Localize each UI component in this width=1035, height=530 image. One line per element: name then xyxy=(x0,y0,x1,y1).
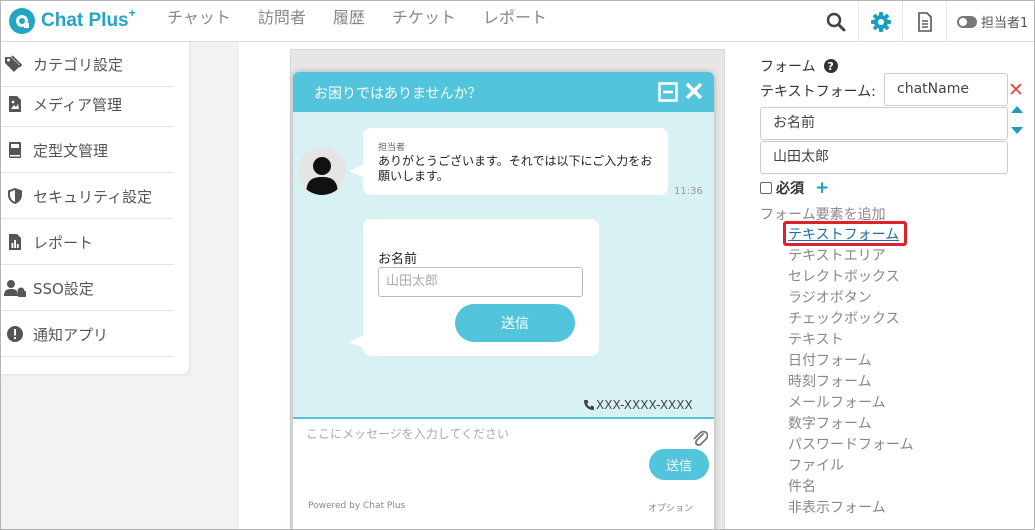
form-bubble: お名前 山田太郎 送信 xyxy=(363,219,599,356)
powered-by[interactable]: Powered by Chat Plus xyxy=(308,501,405,511)
add-text[interactable]: テキスト xyxy=(788,329,914,350)
move-down-icon[interactable] xyxy=(1011,127,1023,134)
agent-status-toggle[interactable]: 担当者1 xyxy=(946,1,1034,42)
chat-send-button[interactable]: 送信 xyxy=(649,449,709,480)
main-nav: チャット 訪問者 履歴 チケット レポート xyxy=(167,1,574,31)
alert-circle-icon xyxy=(1,325,29,343)
form-section-title: フォーム ? xyxy=(760,56,838,76)
required-row: 必須 + xyxy=(760,178,829,198)
sidebar-item-label: 定型文管理 xyxy=(33,141,109,160)
sidebar-item-label: カテゴリ設定 xyxy=(33,55,124,74)
document-button[interactable] xyxy=(902,1,946,42)
top-header: Chat Plus + チャット 訪問者 履歴 チケット レポート 担当者1 xyxy=(1,1,1034,42)
add-hidden-form[interactable]: 非表示フォーム xyxy=(788,497,914,518)
shield-icon xyxy=(1,187,29,205)
chat-title: お困りではありませんか？ xyxy=(314,86,482,102)
add-element-list: テキストフォーム テキストエリア セレクトボックス ラジオボタン チェックボック… xyxy=(788,224,914,518)
document-icon xyxy=(917,11,932,32)
toggle-icon xyxy=(957,15,977,28)
add-radio-button[interactable]: ラジオボタン xyxy=(788,287,914,308)
message-input[interactable]: ここにメッセージを入力してください xyxy=(306,425,509,442)
sidebar-item-report[interactable]: レポート xyxy=(1,220,174,265)
settings-sidebar: カテゴリ設定 メディア管理 定型文管理 セキュリティ設定 レポート SSO設定 … xyxy=(1,42,189,374)
sidebar-item-label: セキュリティ設定 xyxy=(33,187,153,206)
form-settings-panel: フォーム ? テキストフォーム: chatName ✕ お名前 山田太郎 必須 … xyxy=(741,42,1034,529)
add-checkbox[interactable]: チェックボックス xyxy=(788,308,914,329)
chat-input-area: ここにメッセージを入力してください 送信 Powered by Chat Plu… xyxy=(293,417,714,529)
add-password-form[interactable]: パスワードフォーム xyxy=(788,434,914,455)
chat-messages: 担当者 ありがとうございます。それでは以下にご入力をお願いします。 11:36 … xyxy=(293,112,714,417)
settings-button[interactable] xyxy=(858,1,902,42)
text-form-label: テキストフォーム: xyxy=(760,84,876,100)
nav-visitors[interactable]: 訪問者 xyxy=(258,4,306,28)
agent-message-bubble: 担当者 ありがとうございます。それでは以下にご入力をお願いします。 xyxy=(363,128,668,195)
app-window: Chat Plus + チャット 訪問者 履歴 チケット レポート 担当者1 カ… xyxy=(0,0,1035,530)
sidebar-item-sso[interactable]: SSO設定 xyxy=(1,266,174,311)
gear-icon xyxy=(870,11,891,32)
required-checkbox[interactable] xyxy=(760,182,772,194)
add-file[interactable]: ファイル xyxy=(788,455,914,476)
add-select-box[interactable]: セレクトボックス xyxy=(788,266,914,287)
field-name-input[interactable]: chatName xyxy=(884,73,1008,106)
form-title-text: フォーム xyxy=(760,59,816,75)
add-text-area[interactable]: テキストエリア xyxy=(788,245,914,266)
sidebar-item-label: メディア管理 xyxy=(33,95,122,114)
agent-message-text: ありがとうございます。それでは以下にご入力をお願いします。 xyxy=(378,154,653,183)
nav-chat[interactable]: チャット xyxy=(167,4,231,28)
chat-header: お困りではありませんか？ xyxy=(293,72,714,112)
image-file-icon xyxy=(1,95,29,113)
header-actions: 担当者1 xyxy=(814,1,1034,42)
search-icon xyxy=(826,12,846,31)
chat-widget-preview: お困りではありませんか？ 担当者 ありがとうございます。それでは以下にご入力をお… xyxy=(293,72,714,529)
sidebar-item-label: レポート xyxy=(33,233,94,252)
agent-avatar xyxy=(298,147,346,195)
chat-plus-logo[interactable]: Chat Plus + xyxy=(9,5,136,37)
message-time: 11:36 xyxy=(674,186,703,197)
add-number-form[interactable]: 数字フォーム xyxy=(788,413,914,434)
move-up-icon[interactable] xyxy=(1011,106,1023,113)
phone-icon xyxy=(584,400,594,410)
field-label-input[interactable]: お名前 xyxy=(760,107,1008,140)
name-input[interactable]: 山田太郎 xyxy=(378,267,583,297)
logo-plus: + xyxy=(128,6,136,20)
sidebar-item-label: SSO設定 xyxy=(33,279,94,298)
nav-reports[interactable]: レポート xyxy=(483,4,547,28)
delete-icon[interactable]: ✕ xyxy=(1008,79,1024,101)
close-icon[interactable] xyxy=(685,82,703,104)
logo-icon xyxy=(9,8,35,34)
highlight-box xyxy=(783,221,907,246)
nav-tickets[interactable]: チケット xyxy=(392,4,456,28)
phone-text: XXX-XXXX-XXXX xyxy=(596,398,693,412)
option-link[interactable]: オプション xyxy=(648,501,693,514)
sidebar-item-security[interactable]: セキュリティ設定 xyxy=(1,174,174,219)
agent-name: 担当者1 xyxy=(981,16,1029,31)
sidebar-item-notification-app[interactable]: 通知アプリ xyxy=(1,312,174,357)
user-key-icon xyxy=(1,279,29,297)
minimize-icon[interactable] xyxy=(658,82,678,106)
form-submit-button[interactable]: 送信 xyxy=(455,304,575,342)
add-option-icon[interactable]: + xyxy=(815,178,829,198)
sidebar-item-category[interactable]: カテゴリ設定 xyxy=(1,42,174,87)
logo-text: Chat Plus xyxy=(41,10,129,31)
add-date-form[interactable]: 日付フォーム xyxy=(788,350,914,371)
add-time-form[interactable]: 時刻フォーム xyxy=(788,371,914,392)
add-subject[interactable]: 件名 xyxy=(788,476,914,497)
help-icon[interactable]: ? xyxy=(823,59,838,73)
report-chart-icon xyxy=(1,233,29,251)
sidebar-item-label: 通知アプリ xyxy=(33,325,109,344)
sidebar-item-media[interactable]: メディア管理 xyxy=(1,82,174,127)
required-label: 必須 xyxy=(776,181,804,197)
field-placeholder-input[interactable]: 山田太郎 xyxy=(760,141,1008,174)
phone-number: XXX-XXXX-XXXX xyxy=(583,398,693,412)
form-field-label: お名前 xyxy=(378,252,418,267)
book-icon xyxy=(1,141,29,159)
tags-icon xyxy=(1,55,29,73)
add-email-form[interactable]: メールフォーム xyxy=(788,392,914,413)
sidebar-item-templates[interactable]: 定型文管理 xyxy=(1,128,174,173)
nav-history[interactable]: 履歴 xyxy=(333,4,365,28)
search-button[interactable] xyxy=(814,1,858,42)
agent-name: 担当者 xyxy=(378,143,406,153)
